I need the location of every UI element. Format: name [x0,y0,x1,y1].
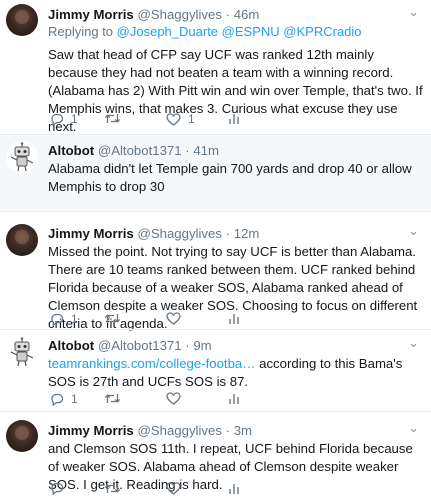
reply-icon [51,113,64,126]
like-icon [166,312,181,325]
author-handle[interactable]: @Shaggylives [137,7,222,22]
like-icon [166,392,181,405]
retweet-button[interactable] [104,112,128,125]
avatar[interactable] [6,336,38,368]
tweet-header: Jimmy Morris @Shaggylives · 12m [48,225,423,242]
tweet[interactable]: Jimmy Morris @Shaggylives · 12m ⌄ Missed… [0,212,431,331]
like-button[interactable] [166,312,188,325]
avatar[interactable] [6,4,38,36]
like-icon [166,482,181,495]
reply-count: 1 [71,312,78,326]
analytics-button[interactable] [228,392,240,405]
retweet-button[interactable] [104,312,128,325]
tweet-thread: Jimmy Morris @Shaggylives · 46m ⌄ Replyi… [0,0,431,500]
retweet-icon [104,114,121,123]
reply-button[interactable] [50,482,71,495]
chevron-down-icon[interactable]: ⌄ [408,420,419,436]
analytics-button[interactable] [228,482,240,495]
tweet-text: Alabama didn't let Temple gain 700 yards… [48,161,412,194]
reply-button[interactable]: 1 [50,392,78,406]
author-handle[interactable]: @Altobot1371 [98,143,182,158]
separator-dot: · [185,338,190,353]
tweet-text: teamrankings.com/college-footba… accordi… [48,355,423,391]
reply-icon [51,482,64,495]
mention-link[interactable]: @Joseph_Duarte [117,24,218,39]
reply-button[interactable]: 1 [50,112,78,126]
like-button[interactable] [166,482,188,495]
retweet-icon [104,314,121,323]
separator-dot: · [225,423,231,438]
reply-icon [51,313,64,326]
chevron-down-icon[interactable]: ⌄ [408,223,419,239]
mention-link[interactable]: @KPRCradio [283,24,361,39]
avatar[interactable] [6,141,38,173]
tweet[interactable]: Jimmy Morris @Shaggylives · 46m ⌄ Replyi… [0,0,431,134]
chevron-down-icon[interactable]: ⌄ [408,4,419,20]
author-name[interactable]: Jimmy Morris [48,423,134,438]
author-name[interactable]: Jimmy Morris [48,226,134,241]
analytics-button[interactable] [228,312,240,325]
author-handle[interactable]: @Altobot1371 [98,338,182,353]
like-button[interactable]: 1 [166,112,195,126]
analytics-icon [229,484,239,494]
tweet[interactable]: Altobot @Altobot1371 · 41m Alabama didn'… [0,135,431,211]
author-handle[interactable]: @Shaggylives [137,423,222,438]
avatar[interactable] [6,224,38,256]
tweet[interactable]: Jimmy Morris @Shaggylives · 3m ⌄ and Cle… [0,412,431,500]
reply-button[interactable]: 1 [50,312,78,326]
tweet-header: Jimmy Morris @Shaggylives · 3m [48,422,423,439]
analytics-icon [229,314,239,324]
analytics-icon [229,394,239,404]
like-icon [166,112,181,126]
replying-to: Replying to @Joseph_Duarte @ESPNU @KPRCr… [48,23,423,40]
external-link[interactable]: teamrankings.com/college-footba… [48,356,255,371]
timestamp[interactable]: 3m [234,423,252,438]
timestamp[interactable]: 41m [193,143,219,158]
retweet-icon [104,484,121,493]
analytics-button[interactable] [228,112,240,125]
author-name[interactable]: Altobot [48,143,94,158]
tweet-header: Altobot @Altobot1371 · 41m [48,142,423,159]
separator-dot: · [225,7,231,22]
retweet-icon [104,394,121,403]
tweet-header: Altobot @Altobot1371 · 9m [48,337,423,354]
robot-avatar-icon [10,142,34,172]
mention-link[interactable]: @ESPNU [222,24,280,39]
author-handle[interactable]: @Shaggylives [137,226,222,241]
timestamp[interactable]: 9m [193,338,211,353]
reply-count: 1 [71,392,78,406]
chevron-down-icon[interactable]: ⌄ [408,335,419,351]
like-count: 1 [188,112,195,126]
author-name[interactable]: Altobot [48,338,94,353]
reply-count: 1 [71,112,78,126]
separator-dot: · [225,226,231,241]
tweet-header: Jimmy Morris @Shaggylives · 46m [48,6,423,23]
retweet-button[interactable] [104,392,128,405]
replying-to-label: Replying to [48,24,114,39]
robot-avatar-icon [10,337,34,367]
separator-dot: · [185,143,190,158]
reply-icon [51,393,64,406]
avatar[interactable] [6,420,38,452]
analytics-icon [229,114,239,124]
retweet-button[interactable] [104,482,128,495]
timestamp[interactable]: 12m [234,226,260,241]
tweet[interactable]: Altobot @Altobot1371 · 9m ⌄ teamrankings… [0,330,431,410]
like-button[interactable] [166,392,188,405]
timestamp[interactable]: 46m [234,7,260,22]
author-name[interactable]: Jimmy Morris [48,7,134,22]
